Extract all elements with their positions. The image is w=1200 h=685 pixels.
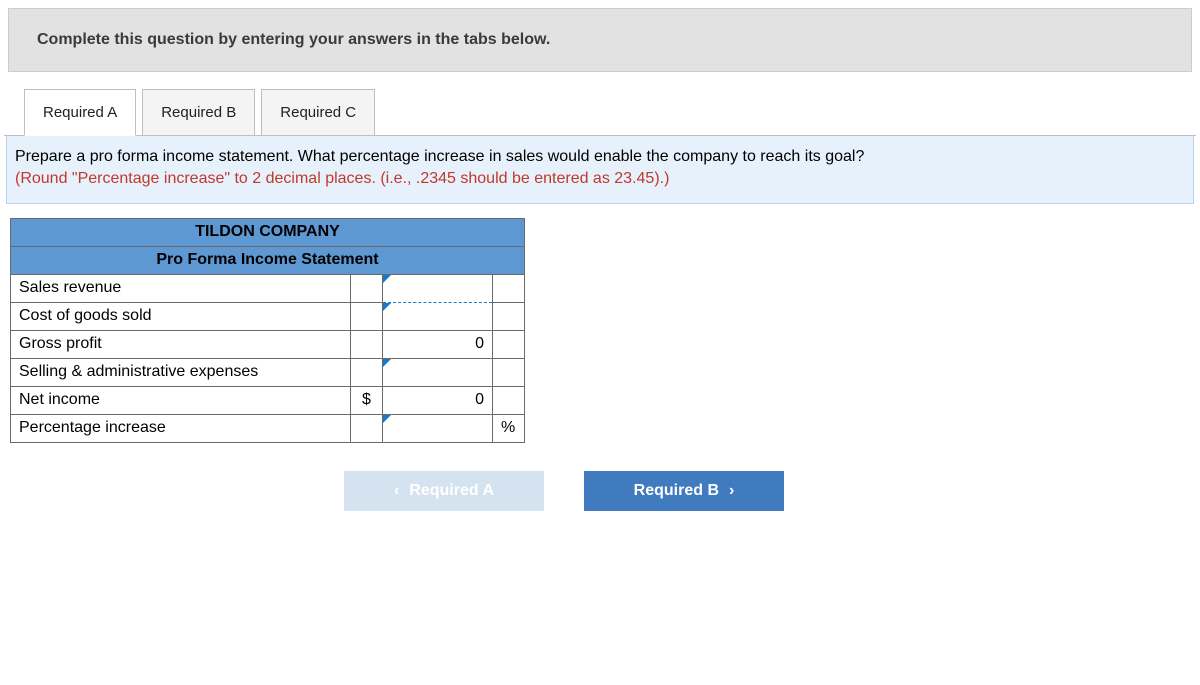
- tab-required-b[interactable]: Required B: [142, 89, 255, 136]
- row-currency-symbol: [351, 358, 383, 386]
- worksheet-table: TILDON COMPANY Pro Forma Income Statemen…: [10, 218, 525, 443]
- prompt-main: Prepare a pro forma income statement. Wh…: [15, 148, 864, 165]
- nav-row: ‹ Required A Required B ›: [344, 471, 1196, 511]
- net-income-value: 0: [383, 386, 493, 414]
- row-currency-symbol: [351, 414, 383, 442]
- prompt-note: (Round "Percentage increase" to 2 decima…: [15, 170, 669, 187]
- row-label: Net income: [11, 386, 351, 414]
- tab-label: Required B: [161, 104, 236, 121]
- sales-revenue-input[interactable]: [383, 274, 493, 302]
- tab-label: Required C: [280, 104, 356, 121]
- row-currency-symbol: [351, 302, 383, 330]
- instruction-bar: Complete this question by entering your …: [8, 8, 1192, 72]
- prev-button: ‹ Required A: [344, 471, 544, 511]
- chevron-right-icon: ›: [729, 482, 734, 500]
- tab-required-c[interactable]: Required C: [261, 89, 375, 136]
- row-label: Percentage increase: [11, 414, 351, 442]
- next-button[interactable]: Required B ›: [584, 471, 784, 511]
- row-unit: [493, 302, 525, 330]
- row-currency-symbol: [351, 330, 383, 358]
- table-row: Sales revenue: [11, 274, 525, 302]
- table-row: Percentage increase %: [11, 414, 525, 442]
- row-label: Gross profit: [11, 330, 351, 358]
- worksheet-title: Pro Forma Income Statement: [11, 246, 525, 274]
- percentage-increase-input[interactable]: [383, 414, 493, 442]
- instruction-text: Complete this question by entering your …: [37, 31, 550, 48]
- gross-profit-value: 0: [383, 330, 493, 358]
- cogs-input[interactable]: [383, 302, 493, 330]
- next-button-label: Required B: [634, 482, 719, 500]
- tab-label: Required A: [43, 104, 117, 121]
- table-row: Gross profit 0: [11, 330, 525, 358]
- table-row: Net income $ 0: [11, 386, 525, 414]
- tabs-row: Required A Required B Required C: [24, 84, 1196, 136]
- row-currency-symbol: [351, 274, 383, 302]
- chevron-left-icon: ‹: [394, 482, 399, 500]
- sga-input[interactable]: [383, 358, 493, 386]
- row-label: Sales revenue: [11, 274, 351, 302]
- tab-required-a[interactable]: Required A: [24, 89, 136, 136]
- prompt-box: Prepare a pro forma income statement. Wh…: [6, 136, 1194, 204]
- row-currency-symbol: $: [351, 386, 383, 414]
- row-unit: [493, 358, 525, 386]
- table-row: Cost of goods sold: [11, 302, 525, 330]
- row-label: Cost of goods sold: [11, 302, 351, 330]
- row-label: Selling & administrative expenses: [11, 358, 351, 386]
- worksheet-company: TILDON COMPANY: [11, 218, 525, 246]
- prev-button-label: Required A: [409, 482, 494, 500]
- row-unit: %: [493, 414, 525, 442]
- table-row: Selling & administrative expenses: [11, 358, 525, 386]
- row-unit: [493, 274, 525, 302]
- row-unit: [493, 330, 525, 358]
- row-unit: [493, 386, 525, 414]
